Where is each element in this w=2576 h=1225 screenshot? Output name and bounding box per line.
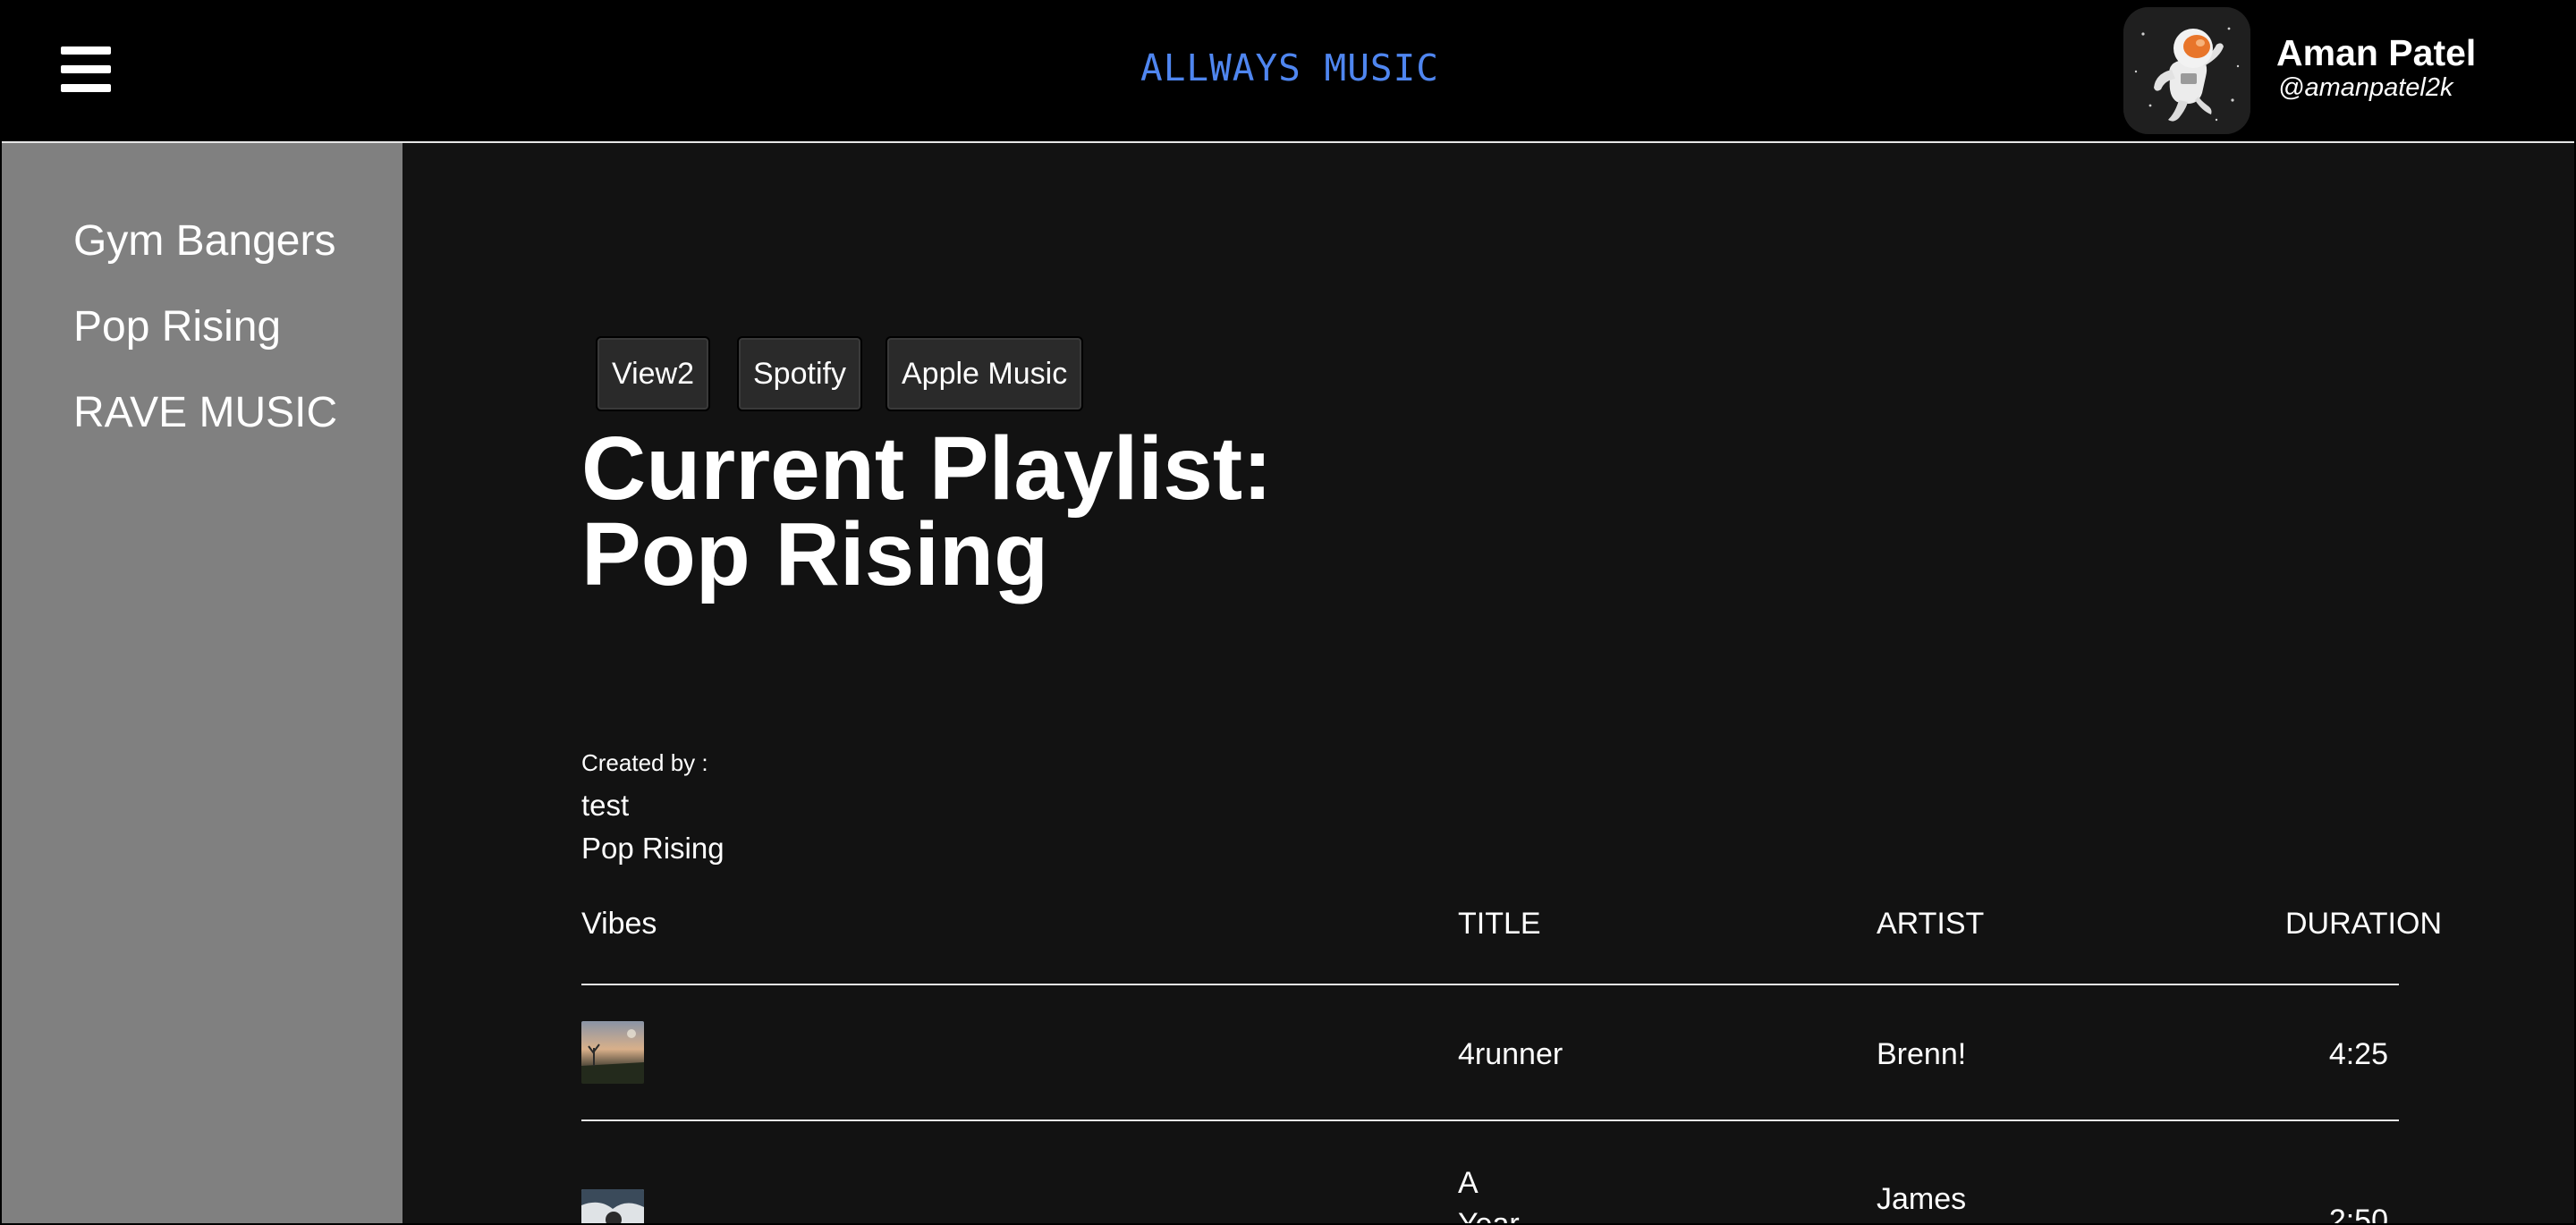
track-artist: Brenn!: [1877, 1037, 1967, 1071]
user-handle: @amanpatel2k: [2278, 73, 2453, 102]
table-divider: [581, 984, 2399, 985]
column-header-artist: ARTIST: [1877, 907, 1985, 941]
main-content: View2 Spotify Apple Music Current Playli…: [402, 143, 2574, 1225]
created-by-label: Created by :: [581, 749, 708, 776]
track-title: 4runner: [1458, 1037, 1563, 1071]
track-title-line1: A: [1458, 1166, 1479, 1200]
spotify-button[interactable]: Spotify: [737, 336, 862, 411]
created-by-value: test: [581, 789, 630, 822]
sidebar-playlists: Gym Bangers Pop Rising RAVE MUSIC: [2, 143, 402, 1223]
app-window: ALLWAYS MUSIC Aman Patel @amanpatel2k Gy…: [0, 0, 2576, 1225]
user-avatar[interactable]: [2123, 7, 2250, 134]
track-duration: 2:50: [2328, 1204, 2388, 1225]
hamburger-menu-icon[interactable]: [57, 41, 114, 98]
playlist-name: Pop Rising: [581, 832, 724, 865]
album-art-image: [581, 1021, 644, 1084]
album-art-thumbnail: [581, 1021, 644, 1084]
column-header-vibes: Vibes: [581, 907, 657, 941]
menu-line: [61, 84, 111, 92]
column-header-duration: DURATION: [2284, 907, 2442, 941]
top-bar: ALLWAYS MUSIC Aman Patel @amanpatel2k: [2, 2, 2574, 143]
view2-button[interactable]: View2: [596, 336, 710, 411]
sidebar-item-rave-music[interactable]: RAVE MUSIC: [73, 388, 360, 437]
sidebar-item-gym-bangers[interactable]: Gym Bangers: [73, 216, 360, 266]
page-title-line2: Pop Rising: [581, 504, 1049, 604]
track-title: A Year: [1458, 1162, 1520, 1225]
column-header-title: TITLE: [1458, 907, 1541, 941]
menu-line: [61, 46, 111, 55]
table-divider: [581, 1119, 2399, 1121]
album-art-thumbnail: [581, 1189, 644, 1223]
astronaut-avatar-icon: [2123, 7, 2250, 134]
apple-music-button[interactable]: Apple Music: [886, 336, 1084, 411]
album-art-image: [581, 1189, 644, 1223]
track-duration: 4:25: [2328, 1037, 2388, 1071]
sidebar-item-pop-rising[interactable]: Pop Rising: [73, 302, 360, 351]
track-artist: James: [1877, 1182, 1967, 1216]
track-title-line2: Year: [1458, 1207, 1520, 1225]
page-title: Current Playlist: Pop Rising: [581, 424, 1272, 599]
menu-line: [61, 65, 111, 73]
user-name: Aman Patel: [2276, 32, 2477, 73]
